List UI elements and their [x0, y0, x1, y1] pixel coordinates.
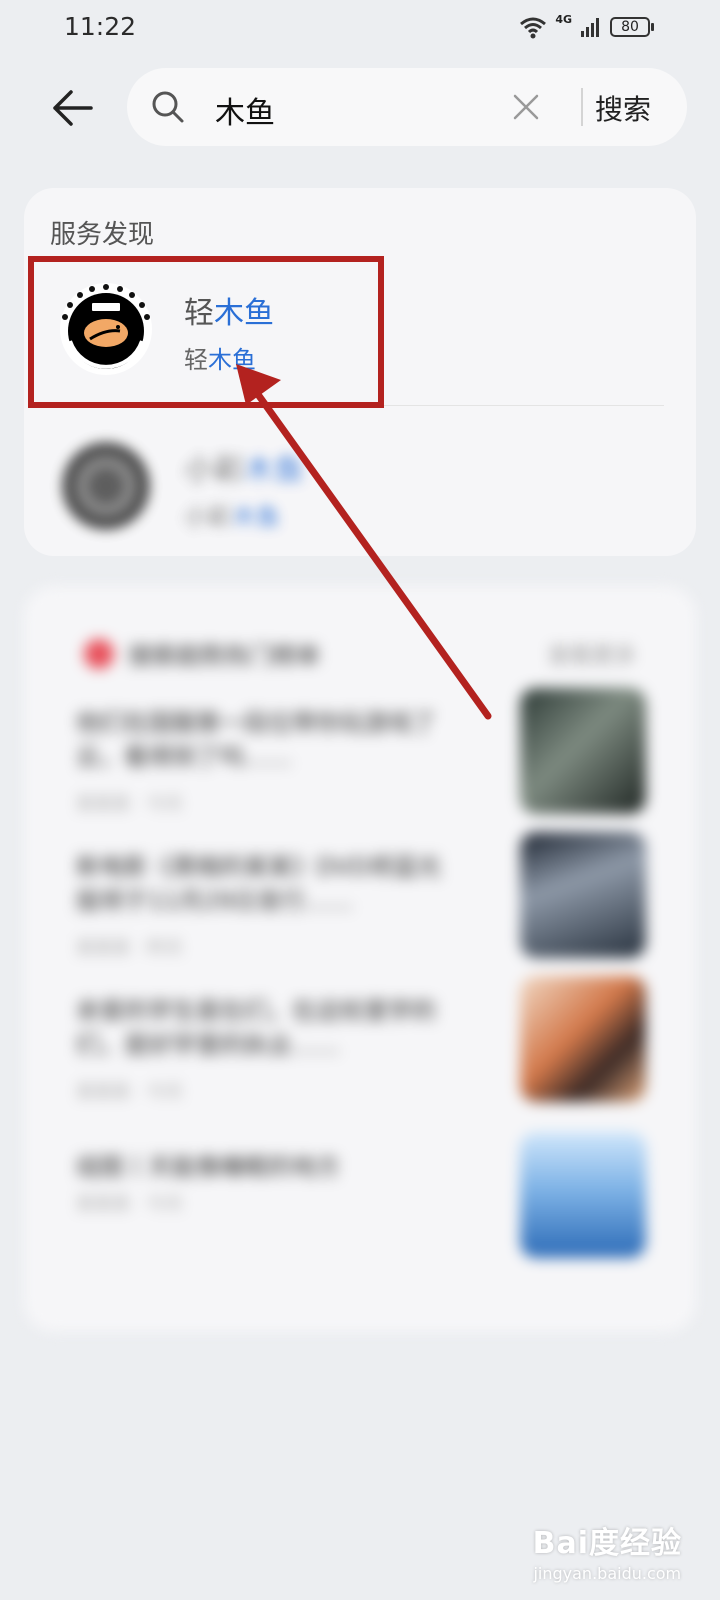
status-bar: 11:22 4G 80 — [0, 0, 720, 54]
watermark-url: jingyan.baidu.com — [533, 1564, 682, 1583]
news-title: 组图丨天能像睡眠的地方 — [76, 1153, 340, 1181]
news-meta: 某某某 · 今天 — [76, 1194, 184, 1215]
service-result[interactable]: 小彩木鱼 小彩木鱼 — [30, 413, 690, 563]
news-meta: 某某某 · 昨天 — [76, 938, 184, 959]
news-item[interactable]: 他们在国服第一段位带你玩游戏了云，看得到了吗…… 某某某 · 今天 — [76, 688, 646, 836]
search-divider — [581, 88, 583, 126]
annotation-highlight-box — [28, 256, 384, 408]
hot-list-card: 搜索趋势热门榜单 查看更多 他们在国服第一段位带你玩游戏了云，看得到了吗…… 某… — [24, 586, 696, 1332]
back-arrow-icon — [53, 90, 93, 126]
app-subtitle: 小彩木鱼 — [184, 503, 280, 531]
battery-level: 80 — [621, 19, 639, 35]
news-title: 他们在国服第一段位带你玩游戏了云，看得到了吗…… — [76, 709, 436, 771]
status-icons: 4G 80 — [519, 12, 654, 42]
app-name: 小彩木鱼 — [184, 453, 304, 488]
hot-list-title: 搜索趋势热门榜单 — [128, 642, 320, 670]
clear-icon[interactable] — [511, 92, 541, 122]
news-thumbnail — [520, 1132, 646, 1258]
more-link[interactable]: 查看更多 — [548, 638, 636, 670]
section-title: 服务发现 — [50, 220, 155, 250]
news-meta: 某某某 · 今天 — [76, 1082, 184, 1103]
back-button[interactable] — [44, 80, 100, 136]
news-item[interactable]: 亲爱的学生是在们，在这校里学的们，是好学里的执业…… 某某某 · 今天 — [76, 976, 646, 1124]
news-thumbnail — [520, 832, 646, 958]
signal-icon — [581, 18, 599, 37]
news-item[interactable]: 新电影《黑暗的某某》DVD将蓝光版将于11月29日发行…… 某某某 · 昨天 — [76, 832, 646, 980]
news-title: 亲爱的学生是在们，在这校里学的们，是好学里的执业…… — [76, 997, 436, 1059]
search-icon — [152, 91, 184, 123]
news-thumbnail — [520, 688, 646, 814]
news-title: 新电影《黑暗的某某》DVD将蓝光版将于11月29日发行…… — [76, 853, 441, 915]
network-label: 4G — [555, 12, 572, 26]
app-icon — [62, 442, 150, 530]
news-thumbnail — [520, 976, 646, 1102]
search-button[interactable]: 搜索 — [595, 88, 651, 128]
search-input[interactable]: 木鱼 — [215, 88, 275, 132]
battery-icon: 80 — [610, 17, 654, 37]
news-meta: 某某某 · 今天 — [76, 794, 184, 815]
hot-list-header: 搜索趋势热门榜单 — [84, 636, 320, 671]
hot-icon — [84, 638, 114, 669]
search-bar[interactable]: 木鱼 搜索 — [127, 68, 687, 146]
news-item[interactable]: 组图丨天能像睡眠的地方 某某某 · 今天 — [76, 1132, 646, 1280]
watermark: Bai度经验 jingyan.baidu.com — [533, 1518, 682, 1583]
wifi-icon — [520, 17, 547, 39]
watermark-logo: Bai度经验 — [532, 1526, 682, 1561]
status-time: 11:22 — [64, 12, 137, 41]
